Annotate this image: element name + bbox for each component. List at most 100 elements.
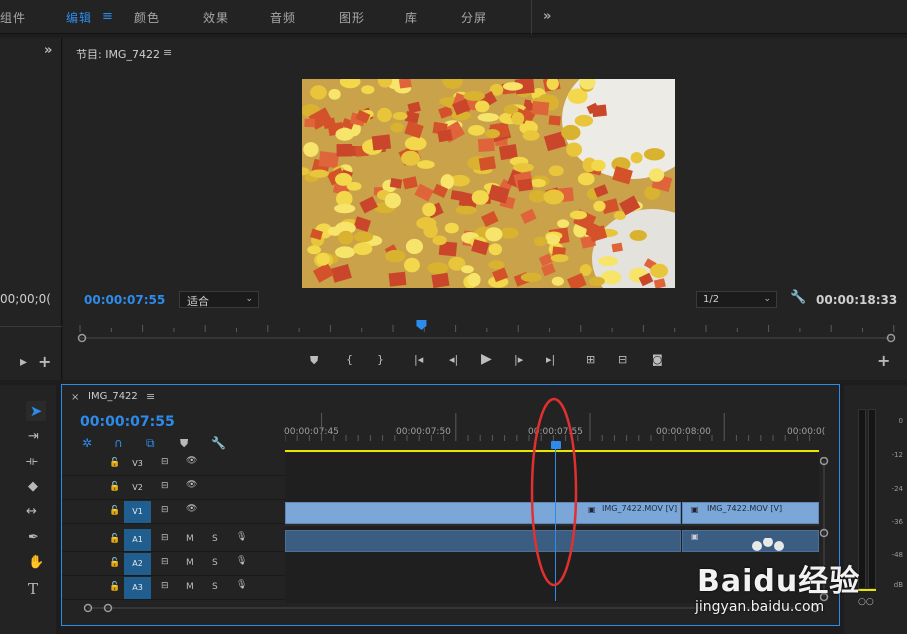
linked-selection-icon[interactable]: ⧉	[146, 436, 155, 451]
overflow-chevron-icon[interactable]: »	[543, 9, 552, 24]
video-clip[interactable]: ▣ IMG_7422.MOV [V]	[285, 502, 681, 524]
track-name[interactable]: A2	[124, 553, 151, 575]
panel-menu-icon[interactable]: ≡	[146, 390, 155, 403]
track-select-tool-icon[interactable]: ⇥	[28, 429, 39, 444]
lock-icon[interactable]: 🔓	[109, 534, 120, 544]
tab-split[interactable]: 分屏	[461, 9, 487, 26]
eye-icon[interactable]: 👁	[186, 456, 197, 466]
export-frame-icon[interactable]: ▸	[20, 354, 27, 370]
db-label: -12	[891, 451, 903, 459]
play-icon[interactable]: ▶	[481, 351, 492, 367]
pen-tool-icon[interactable]: ✒	[28, 530, 39, 545]
step-forward-icon[interactable]: |▸	[514, 353, 523, 366]
mute-button[interactable]: M	[186, 558, 194, 568]
microphone-icon[interactable]: 🎙	[236, 532, 247, 542]
corn-kernel	[566, 142, 583, 157]
tab-graphics[interactable]: 图形	[339, 9, 365, 26]
track-name[interactable]: A1	[124, 529, 151, 551]
camera-icon[interactable]: ◙	[652, 353, 663, 366]
lock-icon[interactable]: 🔓	[109, 458, 120, 468]
tab-editing[interactable]: 编辑	[66, 9, 92, 26]
mark-in-icon[interactable]: {	[346, 353, 353, 366]
corn-kernel	[376, 107, 392, 123]
sync-lock-icon[interactable]: ⊟	[161, 581, 169, 591]
corn-kernel	[522, 130, 540, 141]
corn-kernel	[551, 276, 564, 286]
sync-lock-icon[interactable]: ⊟	[161, 457, 169, 467]
lock-icon[interactable]: 🔓	[109, 558, 120, 568]
sync-lock-icon[interactable]: ⊟	[161, 505, 169, 515]
audio-clip[interactable]	[285, 530, 681, 552]
add-marker-icon[interactable]: ⛊	[310, 354, 318, 368]
program-current-timecode[interactable]: 00:00:07:55	[84, 293, 165, 307]
video-clip[interactable]: ▣ IMG_7422.MOV [V]	[682, 502, 819, 524]
source-timecode[interactable]: 00;00;0(	[0, 292, 51, 306]
fit-dropdown[interactable]: 适合 ⌄	[179, 291, 259, 308]
tab-color[interactable]: 颜色	[134, 9, 160, 26]
ripple-edit-tool-icon[interactable]: ⟛	[26, 454, 38, 469]
tab-libraries[interactable]: 库	[405, 9, 418, 26]
corn-kernel	[467, 272, 481, 287]
solo-button[interactable]: S	[212, 558, 218, 568]
timeline-timecode[interactable]: 00:00:07:55	[80, 414, 175, 430]
lift-icon[interactable]: ⊞	[586, 353, 595, 366]
add-button[interactable]: +	[38, 352, 51, 371]
slip-tool-icon[interactable]: ↔	[26, 504, 37, 519]
mark-out-icon[interactable]: }	[377, 353, 384, 366]
add-marker-icon[interactable]: ⛊	[180, 437, 188, 451]
close-icon[interactable]: ×	[71, 392, 79, 403]
snap-icon[interactable]: ∩	[114, 436, 123, 450]
razor-tool-icon[interactable]: ◆	[28, 479, 38, 494]
lock-icon[interactable]: 🔓	[109, 582, 120, 592]
mute-button[interactable]: M	[186, 534, 194, 544]
program-playhead[interactable]	[416, 320, 427, 330]
track-name[interactable]: V3	[124, 453, 151, 475]
mute-button[interactable]: M	[186, 582, 194, 592]
extract-icon[interactable]: ⊟	[618, 353, 627, 366]
tab-effects[interactable]: 效果	[203, 9, 229, 26]
sequence-tab[interactable]: IMG_7422	[88, 391, 138, 402]
eye-icon[interactable]: 👁	[186, 480, 197, 490]
wrench-icon[interactable]: 🔧	[211, 436, 226, 450]
tab-assembly[interactable]: 组件	[0, 9, 26, 26]
go-to-out-icon[interactable]: ▸|	[546, 353, 555, 366]
lock-icon[interactable]: 🔓	[109, 482, 120, 492]
chevron-down-icon: ⌄	[763, 294, 771, 304]
corn-kernel	[307, 245, 322, 255]
panel-menu-icon[interactable]: ≡	[163, 46, 172, 59]
menu-icon[interactable]: ≡	[102, 9, 114, 24]
corn-kernel	[432, 235, 447, 246]
eye-icon[interactable]: 👁	[186, 504, 197, 514]
sync-lock-icon[interactable]: ⊟	[161, 533, 169, 543]
program-time-ruler[interactable]	[75, 318, 907, 348]
program-monitor: 节目: IMG_7422 ≡ 00:00:07:55 适合 ⌄ 1/2 ⌄ 🔧 …	[63, 38, 907, 380]
track-name[interactable]: A3	[124, 577, 151, 599]
corn-kernel	[543, 189, 565, 205]
corn-kernel	[309, 169, 329, 178]
step-back-icon[interactable]: ◂|	[449, 353, 458, 366]
tab-audio[interactable]: 音频	[270, 9, 296, 26]
track-name[interactable]: V2	[124, 477, 151, 499]
carrot-piece	[450, 190, 464, 201]
solo-button[interactable]: S	[212, 582, 218, 592]
annotation-ellipse	[530, 397, 578, 587]
program-duration: 00:00:18:33	[816, 293, 898, 307]
corn-kernel	[488, 260, 505, 270]
solo-button[interactable]: S	[212, 534, 218, 544]
resolution-dropdown[interactable]: 1/2 ⌄	[696, 291, 777, 308]
hand-tool-icon[interactable]: ✋	[28, 555, 44, 570]
add-button[interactable]: +	[877, 351, 890, 370]
type-tool-icon[interactable]: T	[28, 580, 38, 598]
sync-lock-icon[interactable]: ⊟	[161, 557, 169, 567]
microphone-icon[interactable]: 🎙	[236, 580, 247, 590]
sync-lock-icon[interactable]: ⊟	[161, 481, 169, 491]
microphone-icon[interactable]: 🎙	[236, 556, 247, 566]
lock-icon[interactable]: 🔓	[109, 506, 120, 516]
selection-tool-icon[interactable]: ➤	[26, 401, 46, 421]
track-name[interactable]: V1	[124, 501, 151, 523]
nest-icon[interactable]: ✲	[82, 436, 92, 450]
go-to-in-icon[interactable]: |◂	[414, 353, 423, 366]
wrench-icon[interactable]: 🔧	[790, 290, 806, 305]
track-headers: 🔓 V3 ⊟ 👁 🔓 V2 ⊟ 👁 🔓 V1 ⊟ 👁 🔓 A1 ⊟ M S 🎙 …	[62, 453, 285, 603]
overflow-chevron-icon[interactable]: »	[44, 43, 52, 58]
